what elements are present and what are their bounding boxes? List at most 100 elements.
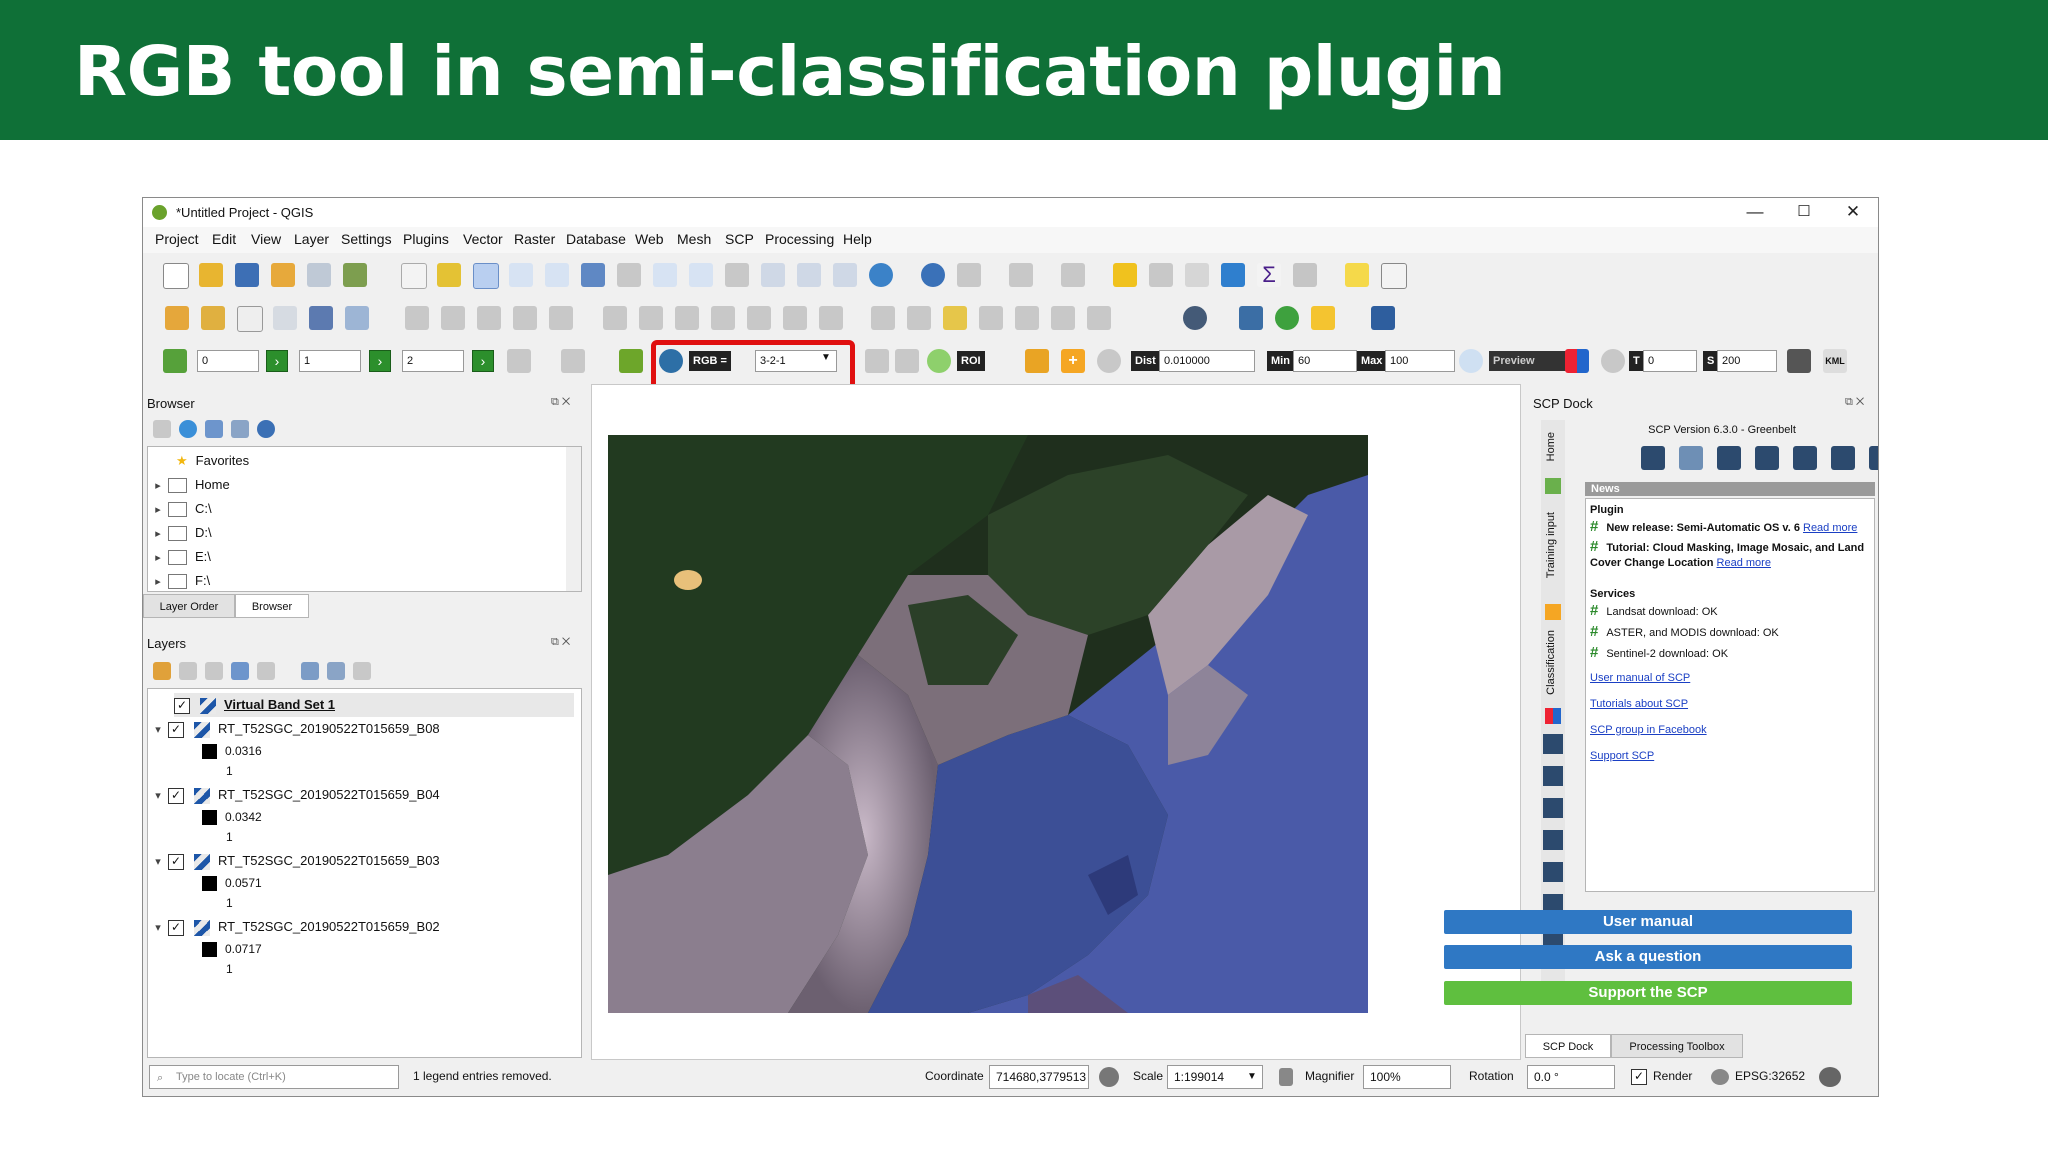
new-geopackage-icon[interactable]	[201, 306, 225, 330]
manage-map-themes-icon[interactable]	[205, 662, 223, 680]
menu-vector[interactable]: Vector	[463, 231, 503, 247]
toolbox-icon[interactable]	[1221, 263, 1245, 287]
plugin-refresh-icon[interactable]	[1275, 306, 1299, 330]
layer-labeling-icon[interactable]	[943, 306, 967, 330]
select-value-icon[interactable]	[1061, 263, 1085, 287]
redo-icon[interactable]	[819, 306, 843, 330]
zoom-roi-icon[interactable]	[927, 349, 951, 373]
zoom-preview-icon[interactable]	[1459, 349, 1483, 373]
collapse-arrow-icon[interactable]: ▾	[148, 718, 168, 742]
rgb-list-icon[interactable]	[619, 349, 643, 373]
band-next-button-2[interactable]: ›	[472, 350, 494, 372]
rotate-label-icon[interactable]	[1051, 306, 1075, 330]
measure-icon[interactable]	[1293, 263, 1317, 287]
scp-dock-close-icon[interactable]: ⧉ ✕	[1845, 396, 1864, 409]
t-spin[interactable]: 0	[1643, 350, 1697, 372]
s-spin[interactable]: 200	[1717, 350, 1777, 372]
cut-features-icon[interactable]	[675, 306, 699, 330]
menu-database[interactable]: Database	[566, 231, 626, 247]
browser-panel-close-icon[interactable]: ⧉ ✕	[551, 396, 570, 409]
browser-item-c[interactable]: ▸ C:\	[148, 497, 212, 521]
label-pin-icon[interactable]	[907, 306, 931, 330]
spatial-bookmark-icon[interactable]	[797, 263, 821, 287]
band-set-grid-icon[interactable]	[163, 349, 187, 373]
band-processing-tool-icon[interactable]	[1793, 446, 1817, 470]
locator-input[interactable]: Type to locate (Ctrl+K)	[149, 1065, 399, 1089]
band-set-list-icon[interactable]	[507, 349, 531, 373]
filter-legend-icon[interactable]	[257, 662, 275, 680]
layer-checkbox[interactable]: ✓	[168, 919, 184, 936]
style-manager-icon[interactable]	[343, 263, 367, 287]
python-console-icon[interactable]	[1239, 306, 1263, 330]
copy-features-icon[interactable]	[711, 306, 735, 330]
label-tool-icon[interactable]	[871, 306, 895, 330]
layers-panel-close-icon[interactable]: ⧉ ✕	[551, 636, 570, 649]
browser-refresh-icon[interactable]	[179, 420, 197, 438]
browser-item-d[interactable]: ▸ D:\	[148, 521, 212, 545]
training-side-icon[interactable]	[1545, 604, 1561, 620]
new-virtual-layer-icon[interactable]	[309, 306, 333, 330]
maximize-button[interactable]: ☐	[1780, 200, 1828, 224]
preprocessing-tool-icon[interactable]	[1755, 446, 1779, 470]
open-attribute-table-icon[interactable]	[1149, 263, 1173, 287]
roi-polygon-icon[interactable]	[865, 349, 889, 373]
menu-layer[interactable]: Layer	[294, 231, 329, 247]
plugin-terrain-icon[interactable]	[1311, 306, 1335, 330]
home-side-icon[interactable]	[1545, 478, 1561, 494]
crs-globe-icon[interactable]	[1711, 1069, 1729, 1085]
max-spin[interactable]: 100	[1385, 350, 1455, 372]
menu-scp[interactable]: SCP	[725, 231, 754, 247]
band-next-button-0[interactable]: ›	[266, 350, 288, 372]
map-tips-icon[interactable]	[1345, 263, 1369, 287]
open-project-icon[interactable]	[199, 263, 223, 287]
collapse-all-icon[interactable]	[231, 420, 249, 438]
side-tab-classification[interactable]: Classification	[1545, 630, 1557, 695]
plugin-earth-icon[interactable]	[1183, 306, 1207, 330]
new-spatialite-icon[interactable]	[273, 306, 297, 330]
layout-manager-icon[interactable]	[307, 263, 331, 287]
digitize-icon[interactable]	[513, 306, 537, 330]
layer-row-b08[interactable]: ▾ ✓ RT_T52SGC_20190522T015659_B08	[148, 717, 440, 741]
band-spin-2[interactable]: 2	[402, 350, 464, 372]
redo-preview-icon[interactable]	[1601, 349, 1625, 373]
menu-project[interactable]: Project	[155, 231, 199, 247]
band-calc-tool-icon[interactable]	[1869, 446, 1878, 470]
browser-item-favorites[interactable]: ★ Favorites	[176, 449, 249, 473]
browser-item-home[interactable]: ▸ Home	[148, 473, 230, 497]
menu-mesh[interactable]: Mesh	[677, 231, 711, 247]
delete-selected-icon[interactable]	[639, 306, 663, 330]
collapse-arrow-icon[interactable]: ▾	[148, 850, 168, 874]
roi-flag-icon[interactable]	[1025, 349, 1049, 373]
menu-processing[interactable]: Processing	[765, 231, 834, 247]
roi-arc-icon[interactable]	[895, 349, 919, 373]
download-tool-icon[interactable]	[1717, 446, 1741, 470]
scale-chevron-down-icon[interactable]: ▼	[1247, 1071, 1257, 1082]
crs-label[interactable]: EPSG:32652	[1735, 1069, 1805, 1083]
show-bookmarks-icon[interactable]	[833, 263, 857, 287]
collapse-all-layers-icon[interactable]	[327, 662, 345, 680]
paste-features-icon[interactable]	[747, 306, 771, 330]
link-user-manual[interactable]: User manual of SCP	[1590, 671, 1690, 686]
layer-checkbox[interactable]: ✓	[168, 853, 184, 870]
close-button[interactable]: ✕	[1829, 200, 1877, 224]
undo-icon[interactable]	[783, 306, 807, 330]
field-calculator-icon[interactable]	[1185, 263, 1209, 287]
toggle-editing-icon[interactable]	[441, 306, 465, 330]
magnifier-spin[interactable]: 100%	[1363, 1065, 1451, 1089]
new-project-icon[interactable]	[163, 263, 189, 289]
collapse-arrow-icon[interactable]: ▾	[148, 916, 168, 940]
deselect-icon[interactable]	[1113, 263, 1137, 287]
save-edits-icon[interactable]	[477, 306, 501, 330]
toggle-extents-icon[interactable]	[1099, 1067, 1119, 1087]
new-shapefile-icon[interactable]	[237, 306, 263, 332]
ask-question-button[interactable]: Ask a question	[1444, 945, 1852, 969]
statistics-sigma-icon[interactable]: Σ	[1257, 263, 1281, 287]
zoom-full-icon[interactable]	[581, 263, 605, 287]
link-tutorials[interactable]: Tutorials about SCP	[1590, 697, 1688, 712]
menu-web[interactable]: Web	[635, 231, 664, 247]
min-spin[interactable]: 60	[1293, 350, 1357, 372]
help-icon[interactable]	[1371, 306, 1395, 330]
user-manual-button[interactable]: User manual	[1444, 910, 1852, 934]
spectral-plot-tool-icon[interactable]	[1679, 446, 1703, 470]
expand-arrow-icon[interactable]: ▸	[148, 570, 168, 594]
